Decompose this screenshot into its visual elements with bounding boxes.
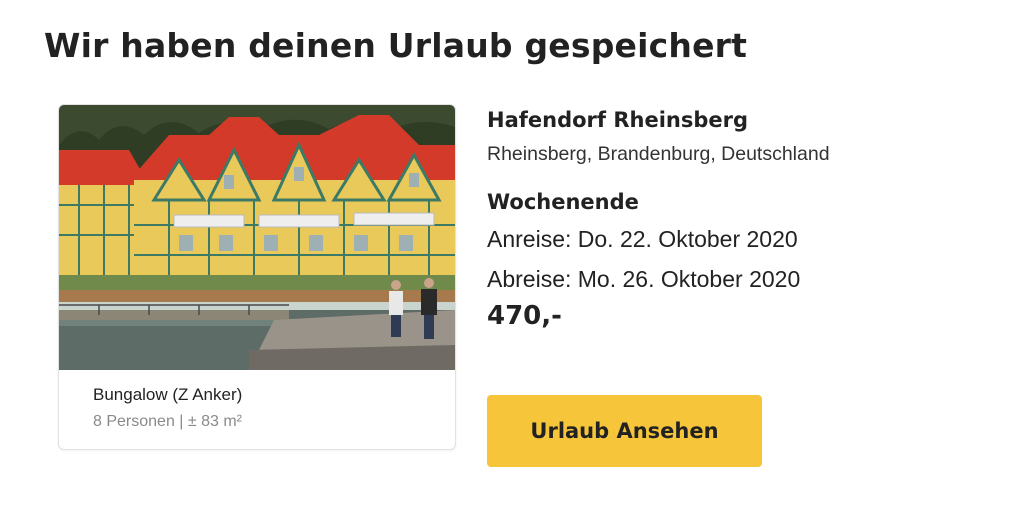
park-name: Hafendorf Rheinsberg	[487, 108, 749, 132]
view-holiday-button[interactable]: Urlaub Ansehen	[487, 395, 762, 467]
unit-name: Bungalow (Z Anker)	[93, 385, 243, 404]
park-location: Rheinsberg, Brandenburg, Deutschland	[487, 143, 830, 165]
accommodation-card[interactable]: Bungalow (Z Anker) 8 Personen | ± 83 m²	[58, 104, 456, 450]
departure-date: Abreise: Mo. 26. Oktober 2020	[487, 266, 801, 292]
price: 470,-	[487, 301, 562, 331]
accommodation-photo	[59, 105, 455, 370]
page-title: Wir haben deinen Urlaub gespeichert	[44, 26, 748, 65]
stay-type: Wochenende	[487, 190, 639, 214]
unit-capacity-size: 8 Personen | ± 83 m²	[93, 413, 243, 430]
arrival-date: Anreise: Do. 22. Oktober 2020	[487, 226, 798, 252]
